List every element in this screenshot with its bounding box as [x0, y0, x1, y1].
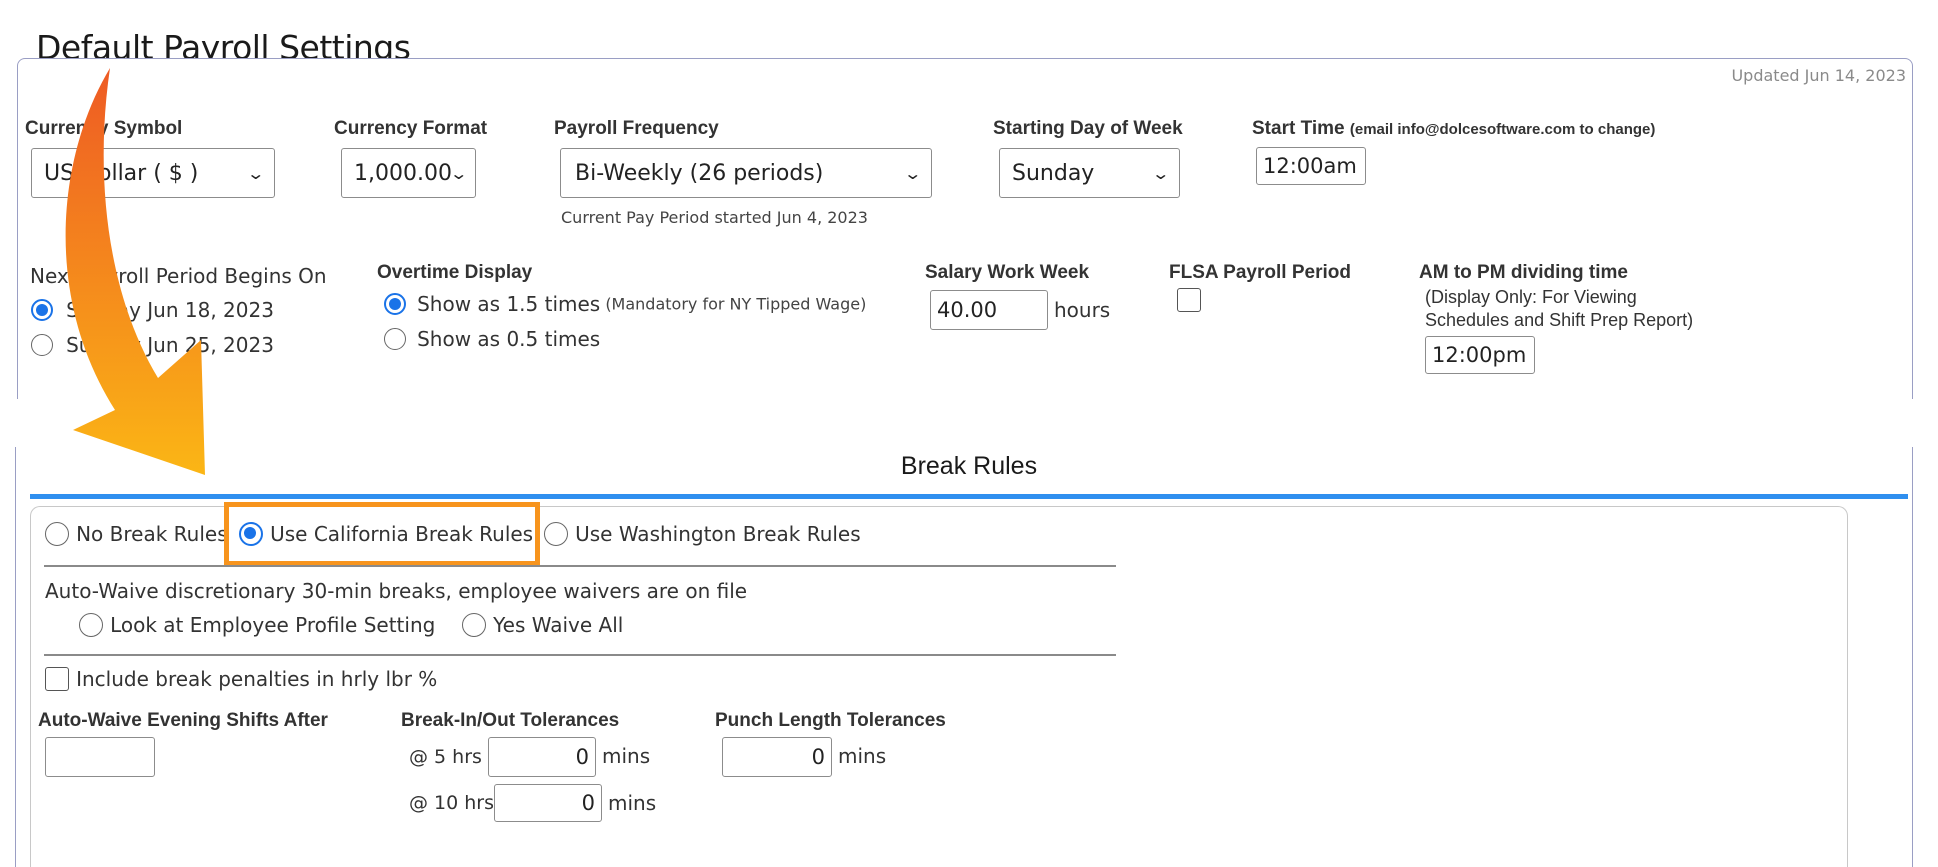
curved-arrow-icon — [65, 68, 205, 475]
